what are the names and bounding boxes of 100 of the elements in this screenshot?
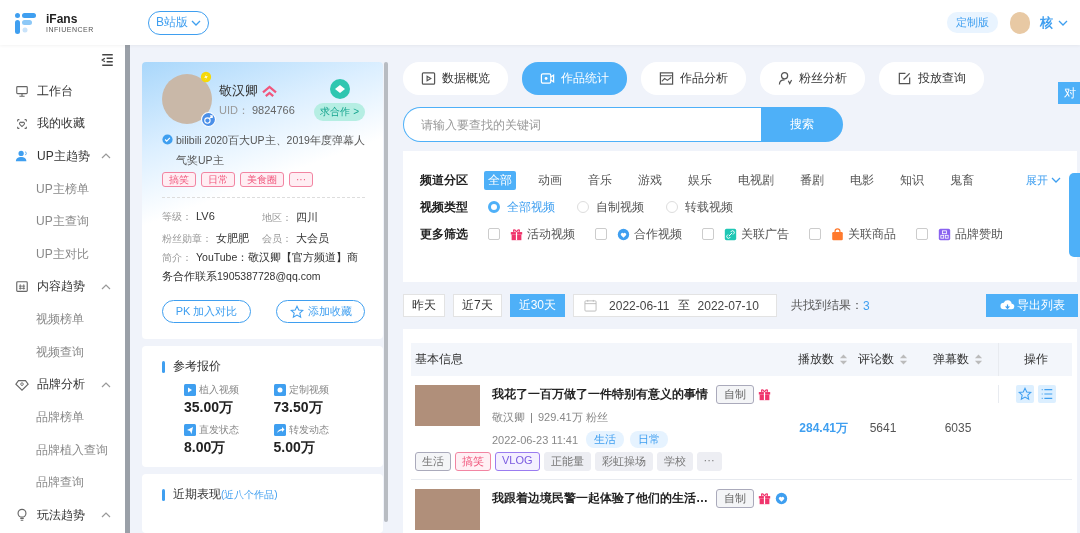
channel-option[interactable]: 游戏 xyxy=(634,170,666,190)
sort-icon xyxy=(899,353,908,366)
sidebar-subitem[interactable]: 视频榜单 xyxy=(0,303,125,336)
channel-option[interactable]: 番剧 xyxy=(796,170,828,190)
send-icon xyxy=(184,424,196,436)
logo-name: iFans xyxy=(46,12,79,26)
column-header[interactable]: 播放数 xyxy=(778,343,848,376)
checkbox[interactable] xyxy=(702,228,714,240)
sidebar-subitem[interactable]: 视频查询 xyxy=(0,335,125,369)
column-header[interactable]: 弹幕数 xyxy=(918,343,998,376)
target-icon xyxy=(273,384,286,396)
sidebar-subitem[interactable]: 品牌榜单 xyxy=(0,400,125,434)
creator-name: 敬汉卿 xyxy=(219,82,258,100)
price-label: 定制视频 xyxy=(288,383,329,397)
play-count: 284.41万 xyxy=(799,419,848,437)
search-field[interactable]: 请输入要查找的关键词 xyxy=(403,107,761,142)
edit-icon xyxy=(897,71,912,86)
tab[interactable]: 投放查询 xyxy=(879,62,984,95)
radio-label[interactable]: 转载视频 xyxy=(685,198,733,216)
chart-icon xyxy=(659,71,674,86)
price-value: 8.00万 xyxy=(184,439,227,457)
sidebar-item[interactable]: 内容趋势 xyxy=(0,270,125,304)
video-title[interactable]: 我花了一百万做了一件特别有意义的事情 xyxy=(492,386,708,403)
checkbox[interactable] xyxy=(595,228,607,240)
edition-badge: 定制版 xyxy=(947,12,998,33)
tab[interactable]: 粉丝分析 xyxy=(760,62,865,95)
uid-label: UID： xyxy=(219,104,249,116)
channel-option[interactable]: 知识 xyxy=(896,170,928,190)
channel-option[interactable]: 娱乐 xyxy=(684,170,716,190)
checkbox-label[interactable]: 关联商品 xyxy=(848,225,896,243)
lightning-badge-icon xyxy=(200,71,212,83)
list-button[interactable] xyxy=(1037,385,1056,403)
author-name: 敬汉卿 xyxy=(492,410,525,425)
checkbox-label[interactable]: 合作视频 xyxy=(634,225,682,243)
sidebar-item[interactable]: 品牌分析 xyxy=(0,368,125,401)
title-marker xyxy=(162,488,165,501)
uid-value: 9824766 xyxy=(251,104,295,116)
channel-option[interactable]: 电影 xyxy=(846,170,878,190)
tag: VLOG xyxy=(495,452,540,471)
column-header[interactable]: 评论数 xyxy=(848,343,918,376)
field-label: 地区： xyxy=(262,212,292,223)
checkbox-label[interactable]: 品牌赞助 xyxy=(955,225,1003,243)
star-icon xyxy=(1017,387,1032,401)
date-range-button[interactable]: 近7天 xyxy=(453,294,502,317)
section-note: (近八个作品) xyxy=(221,487,278,502)
chevron-down-icon xyxy=(1051,176,1061,184)
fan-count: 929.41万 粉丝 xyxy=(538,410,608,425)
price-label: 植入视频 xyxy=(199,383,239,397)
scrollbar[interactable] xyxy=(384,62,388,522)
user-icon xyxy=(778,71,793,86)
checkbox[interactable] xyxy=(488,228,500,240)
sidebar-item[interactable]: UP主趋势 xyxy=(0,140,125,173)
photo-placeholder xyxy=(415,489,480,530)
channel-option[interactable]: 鬼畜 xyxy=(946,170,978,190)
comment-count: 5641 xyxy=(869,421,897,435)
tag: 搞笑 xyxy=(455,452,491,471)
sort-icon xyxy=(974,353,983,366)
field-value: LV6 xyxy=(196,210,215,222)
bio-text: 简介： YouTube：敬汉卿【官方频道】商务合作联系1905387728@qq.com xyxy=(162,250,360,284)
field-label: 会员： xyxy=(262,233,292,244)
radio-button[interactable] xyxy=(488,201,500,213)
avatar xyxy=(1010,11,1030,34)
price-label: 直发状态 xyxy=(199,423,239,437)
price-value: 5.00万 xyxy=(273,439,316,457)
channel-option[interactable]: 电视剧 xyxy=(734,170,778,190)
channel-option[interactable]: 音乐 xyxy=(584,170,616,190)
result-label: 共找到结果： xyxy=(791,297,864,314)
sidebar-subitem[interactable]: UP主查询 xyxy=(0,205,125,238)
checkbox-label[interactable]: 关联广告 xyxy=(741,225,789,243)
field-label: 等级： xyxy=(162,211,192,222)
checkbox-label[interactable]: 活动视频 xyxy=(527,225,575,243)
avatar xyxy=(162,74,212,124)
date-range-field[interactable]: 2022-06-11 至 2022-07-10 xyxy=(573,294,778,317)
tab[interactable]: 作品分析 xyxy=(641,62,746,95)
sidebar-subitem[interactable]: UP主榜单 xyxy=(0,172,125,206)
sidebar-subitem[interactable]: 品牌植入查询 xyxy=(0,433,125,467)
sidebar-item[interactable]: 我的收藏 xyxy=(0,107,125,141)
tab[interactable]: 数据概览 xyxy=(403,62,508,95)
section-title: 参考报价 xyxy=(173,358,221,375)
verification-text: bilibili 2020百大UP主、2019年度弹幕人气奖UP主 xyxy=(176,133,365,168)
tag: 学校 xyxy=(656,452,693,471)
sidebar-item[interactable]: 工作台 xyxy=(0,75,125,108)
tag: 彩虹操场 xyxy=(594,452,653,471)
channel-option[interactable]: 动画 xyxy=(534,170,566,190)
column-header: 基本信息 xyxy=(414,351,464,368)
result-count: 3 xyxy=(863,298,870,313)
field-label: 粉丝勋章： xyxy=(162,233,212,244)
side-panel-tab[interactable] xyxy=(1069,173,1080,257)
date-range-button[interactable]: 昨天 xyxy=(403,294,445,317)
video-title[interactable]: 我跟着边境民警一起体验了他们的生活… xyxy=(492,490,708,507)
type-badge: 自制 xyxy=(716,489,754,508)
scrollbar[interactable] xyxy=(125,45,130,533)
tag: 美食圈 xyxy=(240,172,284,187)
sidebar-item[interactable]: 玩法趋势 xyxy=(0,498,125,532)
favorite-button[interactable] xyxy=(1015,385,1034,403)
sidebar-subitem[interactable]: 品牌查询 xyxy=(0,466,125,499)
checkbox[interactable] xyxy=(809,228,821,240)
checkbox[interactable] xyxy=(916,228,928,240)
radio-label[interactable]: 自制视频 xyxy=(596,198,644,216)
sidebar-subitem[interactable]: UP主对比 xyxy=(0,237,125,271)
